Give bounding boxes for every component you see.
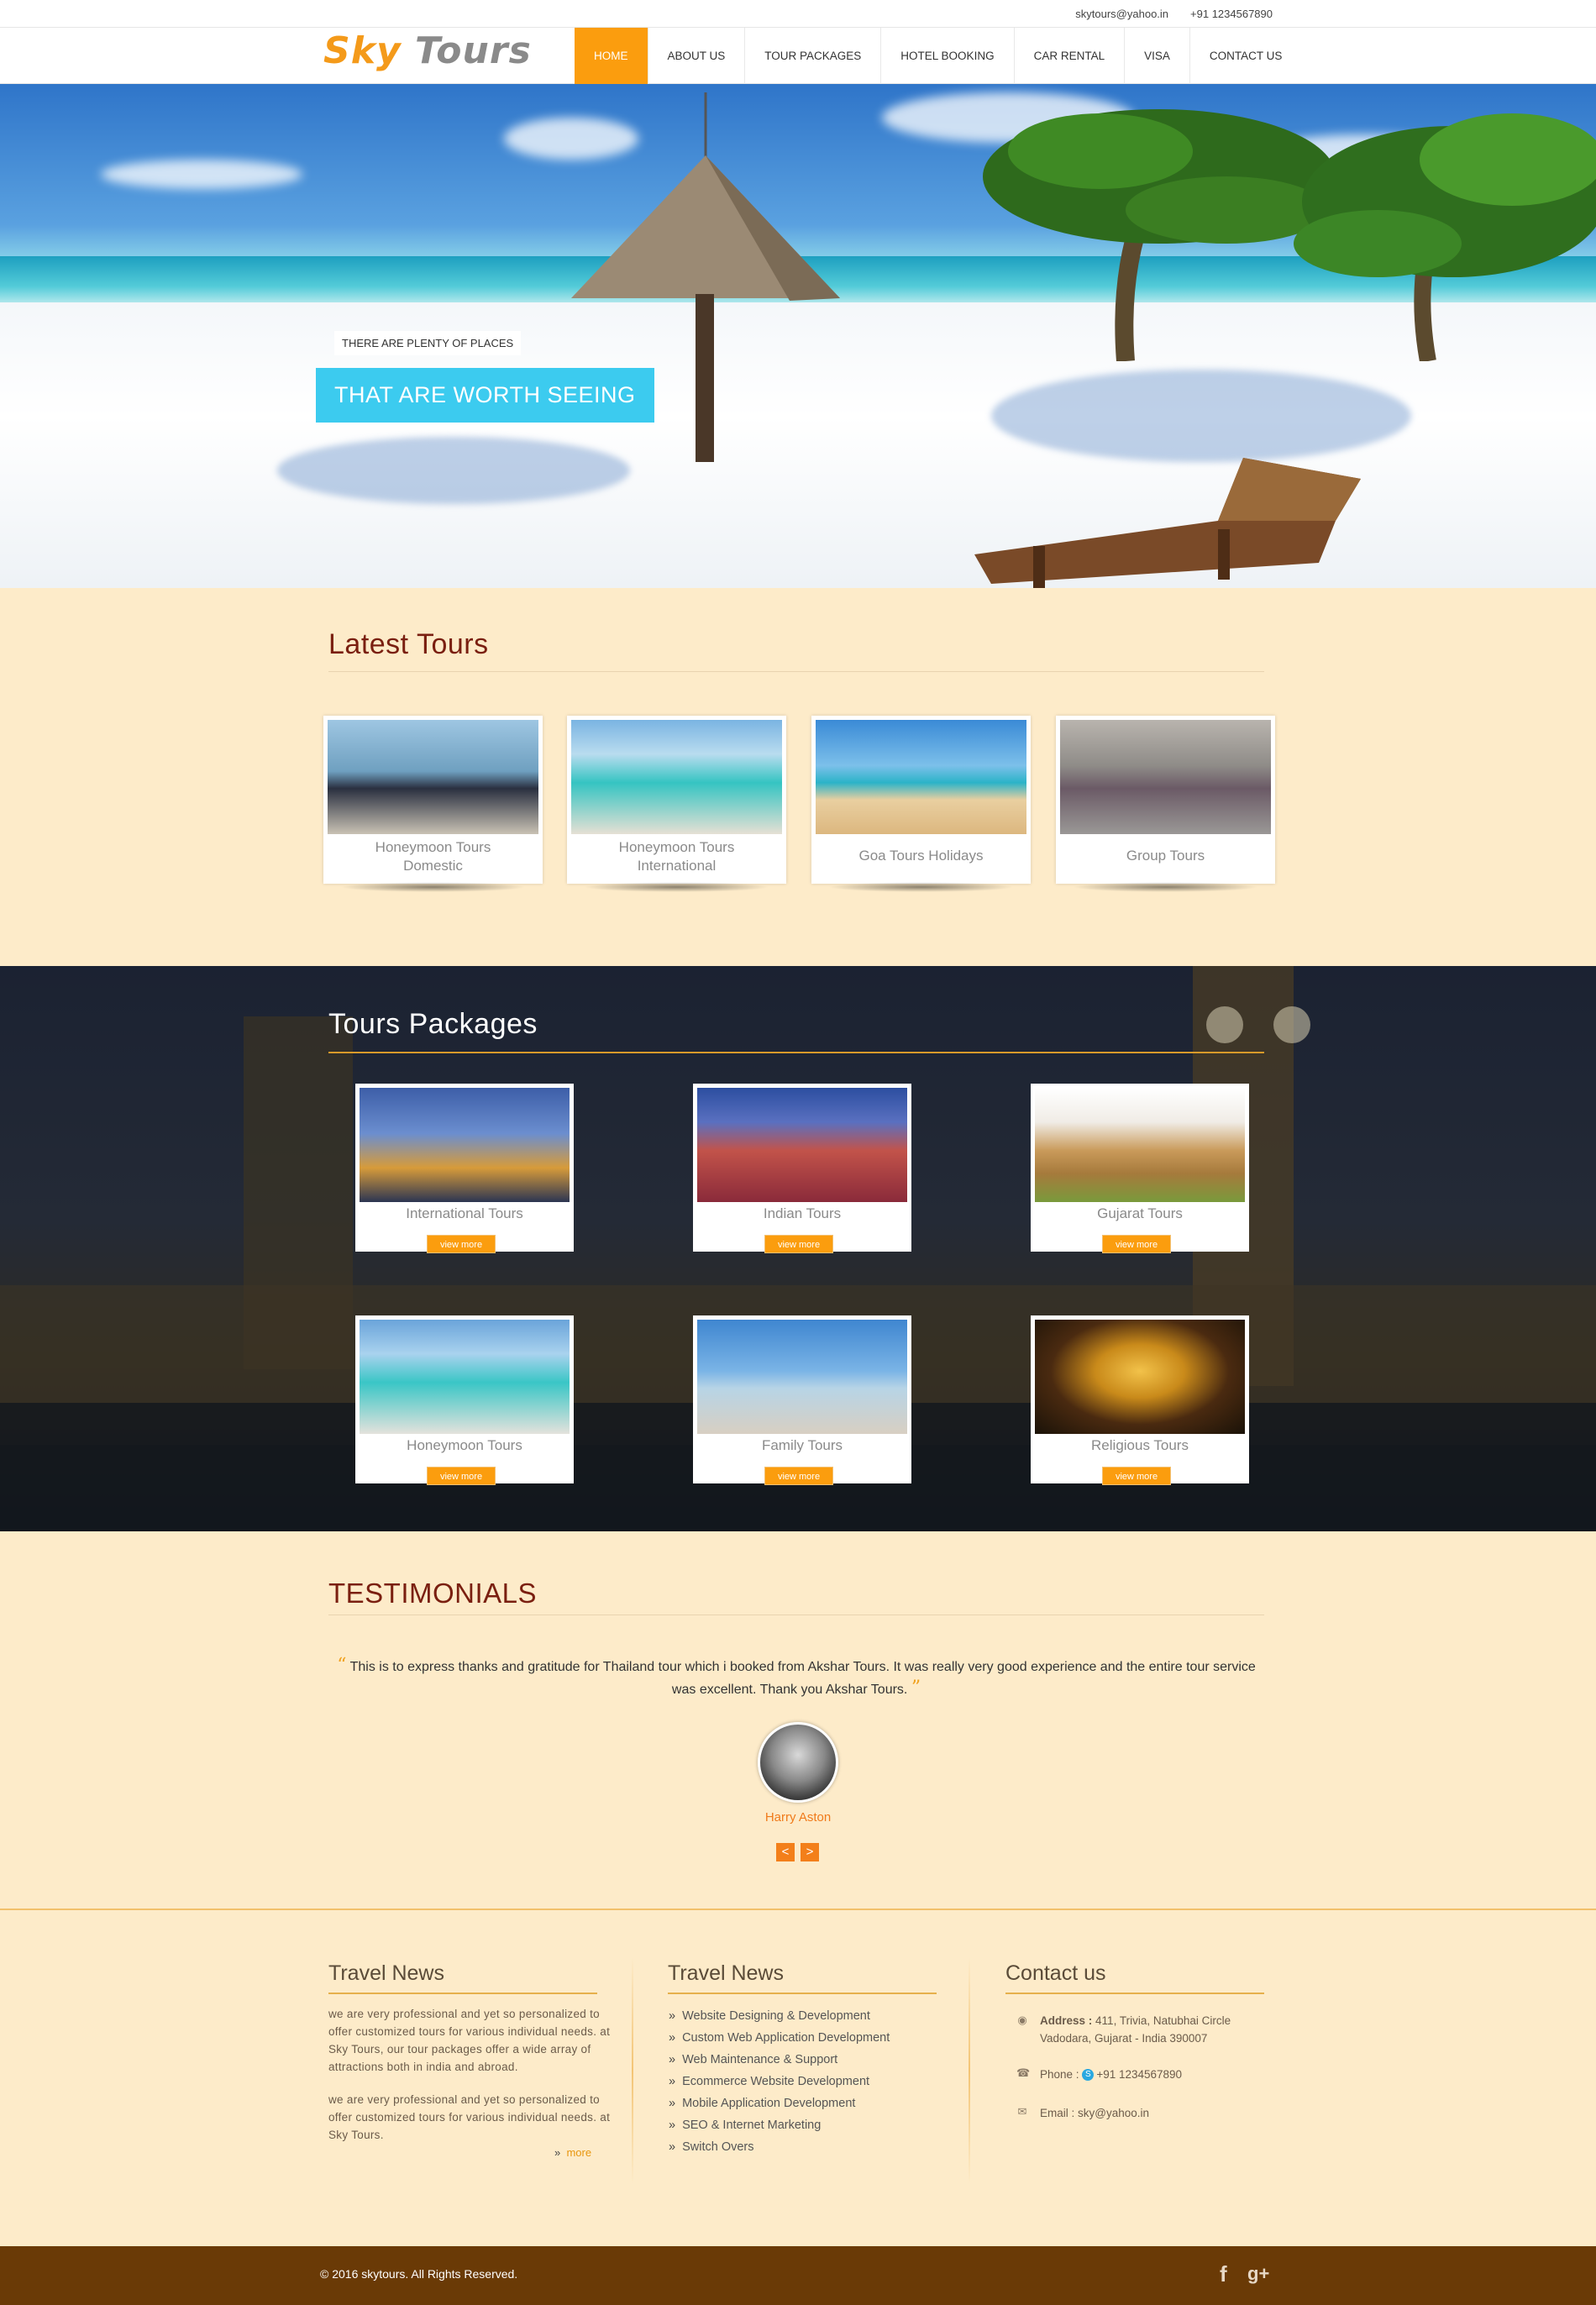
main-nav: HOME ABOUT US TOUR PACKAGES HOTEL BOOKIN…: [575, 28, 1301, 84]
footer-services-title: Travel News: [668, 1961, 784, 1985]
prev-arrow-button[interactable]: <: [776, 1843, 795, 1861]
london-parliament-photo: [360, 1088, 570, 1202]
view-more-button[interactable]: view more: [1102, 1235, 1171, 1253]
footer-services-list: » Website Designing & Development » Custom…: [669, 2007, 890, 2160]
footer-service-link[interactable]: » Website Designing & Development: [669, 2007, 890, 2029]
view-more-button[interactable]: view more: [427, 1467, 496, 1485]
footer-phone: Phone : S +91 1234567890: [1040, 2068, 1183, 2082]
footer-email: Email : sky@yahoo.in: [1040, 2107, 1150, 2119]
nav-home[interactable]: HOME: [575, 28, 648, 84]
footer-news-text: we are very professional and yet so pers…: [328, 2008, 611, 2073]
testimonial-author: Harry Aston: [764, 1810, 832, 1825]
latest-tours-title: Latest Tours: [328, 628, 489, 660]
view-more-button[interactable]: view more: [1102, 1467, 1171, 1485]
top-contact: skytours@yahoo.in +91 1234567890: [1075, 8, 1273, 20]
location-pin-icon: ◉: [1017, 2014, 1027, 2026]
latest-tour-caption: Honeymoon Tours Domestic: [375, 839, 491, 874]
latest-tour-caption: Honeymoon Tours International: [618, 839, 735, 874]
footer-service-link[interactable]: » Custom Web Application Development: [669, 2029, 890, 2050]
latest-tour-card[interactable]: Honeymoon Tours International: [567, 716, 786, 892]
package-caption: Honeymoon Tours: [407, 1437, 522, 1453]
latest-tour-card[interactable]: Goa Tours Holidays: [811, 716, 1031, 892]
nav-hotel-booking[interactable]: HOTEL BOOKING: [881, 28, 1015, 84]
family-beach-photo: [697, 1320, 907, 1434]
nav-car-rental[interactable]: CAR RENTAL: [1015, 28, 1126, 84]
top-contact-bar: skytours@yahoo.in +91 1234567890: [0, 0, 1596, 28]
package-card[interactable]: Indian Tours view more: [693, 1084, 911, 1253]
close-quote-icon: ”: [911, 1678, 921, 1699]
couple-water-villa-photo: [571, 720, 782, 834]
testimonial-quote: “ This is to express thanks and gratitud…: [337, 1655, 1256, 1699]
nav-about-us[interactable]: ABOUT US: [648, 28, 746, 84]
copyright-bar: © 2016 skytours. All Rights Reserved. f …: [0, 2246, 1596, 2305]
facebook-icon[interactable]: f: [1220, 2261, 1227, 2287]
footer-service-link[interactable]: » Ecommerce Website Development: [669, 2072, 890, 2094]
open-quote-icon: “: [337, 1655, 347, 1676]
palm-trees-icon: [983, 109, 1596, 361]
couple-dinner-photo: [328, 720, 538, 834]
view-more-button[interactable]: view more: [427, 1235, 496, 1253]
package-card[interactable]: Honeymoon Tours view more: [355, 1315, 574, 1485]
site-header: Sky Tours HOME ABOUT US TOUR PACKAGES HO…: [0, 28, 1596, 84]
top-phone: +91 1234567890: [1190, 8, 1273, 20]
golden-pagoda-photo: [1035, 1320, 1245, 1434]
package-caption: Indian Tours: [763, 1205, 842, 1221]
footer-service-link[interactable]: » Switch Overs: [669, 2138, 890, 2160]
package-card[interactable]: Family Tours view more: [693, 1315, 911, 1485]
view-more-button[interactable]: view more: [764, 1235, 833, 1253]
lounge-chair-icon: [974, 458, 1361, 588]
footer-service-link[interactable]: » Web Maintenance & Support: [669, 2050, 890, 2072]
jaipur-palace-photo: [697, 1088, 907, 1202]
vadodara-palace-photo: [1035, 1088, 1245, 1202]
latest-tours-divider: [328, 671, 1264, 672]
beach-umbrellas-photo: [816, 720, 1026, 834]
footer-news-text-2: we are very professional and yet so pers…: [328, 2093, 611, 2141]
hero-headline: THAT ARE WORTH SEEING: [316, 368, 654, 423]
footer-news-divider: [328, 1993, 597, 1994]
email-icon: ✉: [1017, 2105, 1027, 2118]
footer-news-title: Travel News: [328, 1961, 444, 1985]
skype-icon: S: [1082, 2069, 1095, 2082]
view-more-button[interactable]: view more: [764, 1467, 833, 1485]
google-plus-icon[interactable]: g+: [1247, 2263, 1269, 2285]
latest-tour-caption: Group Tours: [1126, 848, 1205, 864]
phone-icon: ☎: [1016, 2066, 1031, 2079]
package-caption: Family Tours: [761, 1437, 843, 1453]
copyright-text: © 2016 skytours. All Rights Reserved.: [320, 2267, 518, 2281]
package-caption: Religious Tours: [1091, 1437, 1189, 1453]
footer-services-divider: [668, 1993, 937, 1994]
logo-tours: Tours: [414, 29, 532, 72]
package-card[interactable]: Gujarat Tours view more: [1031, 1084, 1249, 1253]
footer-service-link[interactable]: » SEO & Internet Marketing: [669, 2116, 890, 2138]
next-arrow-button[interactable]: >: [801, 1843, 819, 1861]
more-link[interactable]: » more: [554, 2146, 591, 2159]
couple-beach-photo: [360, 1320, 570, 1434]
avatar: [758, 1722, 838, 1803]
package-card[interactable]: Religious Tours view more: [1031, 1315, 1249, 1485]
tours-packages-divider: [328, 1052, 1264, 1053]
nav-tour-packages[interactable]: TOUR PACKAGES: [745, 28, 882, 84]
hero-tagline: THERE ARE PLENTY OF PLACES: [334, 331, 522, 355]
nav-contact-us[interactable]: CONTACT US: [1190, 28, 1302, 84]
latest-tour-caption: Goa Tours Holidays: [858, 848, 984, 864]
nav-visa[interactable]: VISA: [1125, 28, 1190, 84]
package-card[interactable]: International Tours view more: [355, 1084, 574, 1253]
footer-contact-divider: [1005, 1993, 1264, 1994]
latest-tour-card[interactable]: Group Tours: [1056, 716, 1275, 892]
testimonials-title: TESTIMONIALS: [328, 1578, 538, 1609]
segway-group-photo: [1060, 720, 1271, 834]
footer-column-divider: [632, 1957, 633, 2184]
tours-packages-title: Tours Packages: [328, 1008, 538, 1040]
footer-contact-title: Contact us: [1005, 1961, 1106, 1985]
footer-service-link[interactable]: » Mobile Application Development: [669, 2094, 890, 2116]
logo-sky: Sky: [323, 29, 402, 72]
site-logo[interactable]: Sky Tours: [323, 29, 532, 72]
package-caption: International Tours: [406, 1205, 523, 1221]
top-email-link[interactable]: skytours@yahoo.in: [1075, 8, 1168, 20]
package-caption: Gujarat Tours: [1097, 1205, 1183, 1221]
latest-tour-card[interactable]: Honeymoon Tours Domestic: [323, 716, 543, 892]
footer-address: Address : 411, Trivia, Natubhai Circle V…: [1040, 2014, 1231, 2045]
hero-banner: THERE ARE PLENTY OF PLACES THAT ARE WORT…: [0, 84, 1596, 588]
footer-column-divider: [969, 1957, 970, 2184]
